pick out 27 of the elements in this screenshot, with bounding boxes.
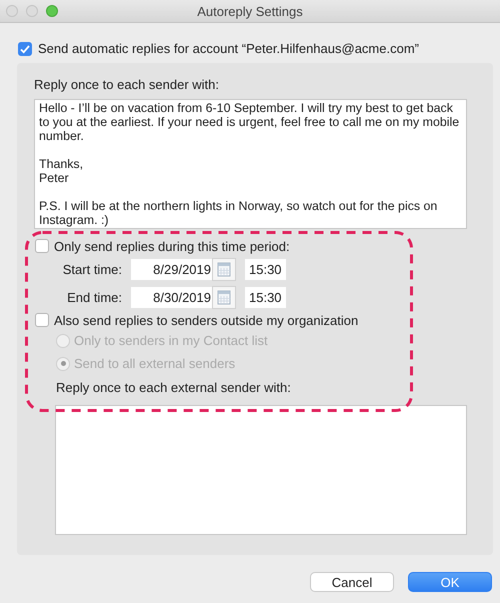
checkbox[interactable] [35, 313, 49, 327]
checkbox-label: Also send replies to senders outside my organization [54, 312, 358, 328]
checkbox[interactable] [35, 239, 49, 253]
section-label: Reply once to each sender with: [34, 77, 220, 92]
radio-label: Only to senders in my Contact list [74, 333, 268, 348]
window-title: Autoreply Settings [197, 4, 303, 18]
reply-text-field[interactable]: Hello - I’ll be on vacation from 6-10 September. I will try my best to get back to you at the earliest. If your need is urgent, feel free to call me on my mobile number. Thanks, Peter P.S. I will be at the northern lights in Norway, so watch out for the pics on Instagram. :) [34, 99, 467, 229]
external-reply-field[interactable] [55, 405, 467, 535]
calendar-icon [217, 261, 231, 277]
checkbox-label: Only send replies during this time period: [54, 238, 290, 254]
calendar-button[interactable] [212, 286, 236, 308]
zoom-button[interactable] [46, 5, 58, 17]
minimize-button[interactable] [26, 5, 38, 17]
time-label: Start time: [62, 262, 122, 276]
checkbox-label: Send automatic replies for account “Peter.Hilfenhaus@acme.com” [38, 41, 419, 56]
checkbox[interactable] [18, 42, 32, 56]
time-label: End time: [66, 290, 122, 304]
section-label: Reply once to each external sender with: [56, 380, 292, 395]
close-button[interactable] [6, 5, 18, 17]
time-field[interactable]: 15:30 [245, 258, 286, 280]
calendar-button[interactable] [212, 258, 236, 280]
calendar-icon [217, 289, 231, 305]
radio-label: Send to all external senders [74, 356, 236, 371]
cancel-button[interactable]: Cancel [310, 572, 394, 592]
date-field[interactable]: 8/29/2019 [131, 258, 212, 280]
date-field[interactable]: 8/30/2019 [131, 286, 212, 308]
time-field[interactable]: 15:30 [245, 286, 286, 308]
